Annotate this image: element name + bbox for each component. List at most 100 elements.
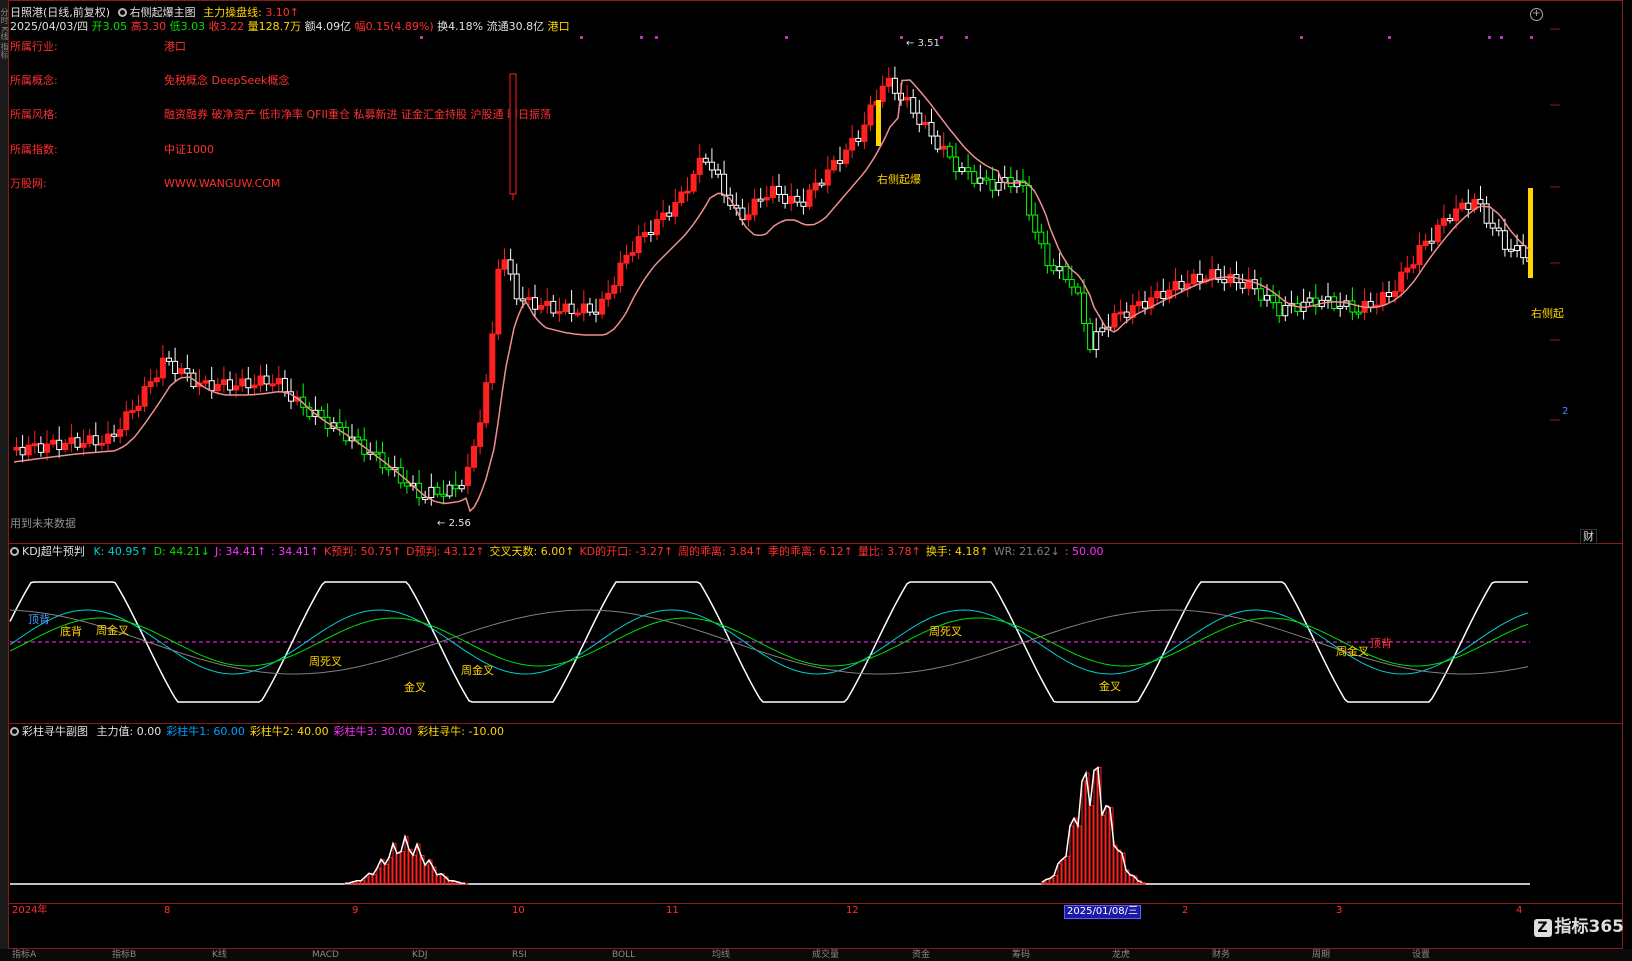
price-grid-dashes <box>420 28 1560 421</box>
bottom-tab-6[interactable]: BOLL <box>612 949 635 961</box>
candle-body-167 <box>1032 214 1039 233</box>
bottom-tab-5[interactable]: RSI <box>512 949 527 961</box>
bottom-tab-bar: 指标A 指标B K线 MACD KDJ RSI BOLL 均线 成交量 资金 筹码 龙虎 财务 周期 设置 <box>0 949 1632 961</box>
kdj-label-6: 周死叉 <box>929 625 962 638</box>
xaxis-label-4: 11 <box>666 905 679 916</box>
candle-body-107 <box>666 212 673 217</box>
kdj-item-8: 周的乖离: 3.84↑ <box>678 545 763 558</box>
kdj-item-2: J: 34.41↑ <box>214 545 267 558</box>
candle-body-37 <box>239 378 246 387</box>
bottom-tab-8[interactable]: 成交量 <box>812 949 839 961</box>
candle-body-2 <box>25 444 32 456</box>
cai-histogram <box>10 766 1530 885</box>
candle-body-86 <box>538 305 545 310</box>
bottom-tab-3[interactable]: MACD <box>312 949 339 961</box>
candle-body-34 <box>220 379 227 385</box>
bottom-tab-12[interactable]: 财务 <box>1212 949 1230 961</box>
candle-body-235 <box>1447 218 1453 222</box>
cai-hump-1-bar-413 <box>412 854 417 885</box>
kdj-item-7: KD的开口: -3.27↑ <box>579 545 674 558</box>
candle-body-246 <box>1514 245 1521 252</box>
finance-button[interactable]: 财 <box>1580 529 1597 544</box>
candle-body-93 <box>580 303 587 314</box>
candle-body-132 <box>818 182 825 186</box>
candle-body-41 <box>263 375 270 385</box>
candle-body-137 <box>849 137 856 151</box>
bottom-tab-0[interactable]: 指标A <box>12 949 36 961</box>
kdj-item-5: D预判: 43.12↑ <box>406 545 485 558</box>
candle-body-144 <box>891 77 898 94</box>
candle-body-73 <box>458 485 465 490</box>
top-marker-2 <box>640 36 643 39</box>
time-axis[interactable]: 2024年 8 9 10 11 12 2025/01/08/三 2 3 4 <box>8 903 1623 919</box>
top-marker-5 <box>900 36 903 39</box>
low-price-mark: ← 2.56 <box>437 518 471 529</box>
candle-body-19 <box>129 410 136 414</box>
cai-settings-icon[interactable] <box>10 727 19 736</box>
kdj-label-5: 周金叉 <box>461 664 494 677</box>
candle-body-236 <box>1453 208 1460 222</box>
cai-item-4: 彩柱寻牛: -10.00 <box>417 725 504 738</box>
bottom-tab-9[interactable]: 资金 <box>912 949 930 961</box>
candle-body-240 <box>1477 198 1484 205</box>
candle-body-105 <box>654 219 660 236</box>
cai-title[interactable]: 彩柱寻牛副图 <box>22 725 88 738</box>
candle-body-208 <box>1282 304 1289 317</box>
candle-body-21 <box>141 386 148 407</box>
xaxis-label-8: 3 <box>1336 905 1343 916</box>
main-candlestick-chart[interactable] <box>0 0 1632 961</box>
bottom-tab-13[interactable]: 周期 <box>1312 949 1330 961</box>
candle-body-143 <box>885 77 892 87</box>
kdj-label-2: 周金叉 <box>96 624 129 637</box>
bottom-tab-2[interactable]: K线 <box>212 949 227 961</box>
candle-body-204 <box>1257 288 1264 301</box>
bottom-tab-1[interactable]: 指标B <box>112 949 136 961</box>
candle-body-172 <box>1062 266 1069 281</box>
candle-body-111 <box>690 173 697 192</box>
candle-body-108 <box>672 202 679 217</box>
bottom-tab-14[interactable]: 设置 <box>1412 949 1430 961</box>
main-op-ma-line <box>13 79 1531 513</box>
cai-item-1: 彩柱牛1: 60.00 <box>166 725 245 738</box>
candle-body-127 <box>788 195 795 204</box>
candle-body-171 <box>1056 266 1063 272</box>
candle-body-219 <box>1349 300 1356 313</box>
candle-body-113 <box>702 157 709 163</box>
candle-body-0 <box>13 446 20 451</box>
kdj-item-1: D: 44.21↓ <box>153 545 210 558</box>
kdj-item-13: : 50.00 <box>1064 545 1104 558</box>
candle-body-238 <box>1465 202 1472 210</box>
candle-body-28 <box>184 368 191 374</box>
candle-body-97 <box>605 292 612 300</box>
candle-body-5 <box>44 443 50 453</box>
candle-body-35 <box>227 379 233 391</box>
kdj-values: K: 40.95↑ D: 44.21↓ J: 34.41↑: 34.41↑ K预判: … <box>88 545 1103 558</box>
candle-body-157 <box>971 171 978 184</box>
kdj-settings-icon[interactable] <box>10 547 19 556</box>
bottom-tab-7[interactable]: 均线 <box>712 949 730 961</box>
candle-body-104 <box>647 232 654 236</box>
cai-values: 主力值: 0.00 彩柱牛1: 60.00 彩柱牛2: 40.00 彩柱牛3: 30.… <box>92 725 504 738</box>
candle-body-10 <box>74 437 81 448</box>
bottom-tab-4[interactable]: KDJ <box>412 949 428 961</box>
candle-body-68 <box>428 486 435 498</box>
candle-body-124 <box>769 185 776 199</box>
candle-body-228 <box>1404 267 1411 273</box>
candle-body-163 <box>1007 177 1014 188</box>
candle-body-114 <box>708 161 715 171</box>
high-price-mark: ← 3.51 <box>906 38 940 49</box>
candle-body-7 <box>56 439 63 451</box>
high-price-value: 3.51 <box>917 38 940 49</box>
candle-body-56 <box>355 436 362 441</box>
kdj-title[interactable]: KDJ超牛预判 <box>22 545 85 558</box>
bottom-tab-11[interactable]: 龙虎 <box>1112 949 1130 961</box>
candle-body-38 <box>245 378 252 389</box>
candle-body-88 <box>550 300 557 314</box>
candle-body-194 <box>1196 273 1203 283</box>
candle-body-160 <box>989 178 996 191</box>
candle-body-201 <box>1239 282 1246 289</box>
candle-body-96 <box>599 298 606 315</box>
candle-body-4 <box>37 443 44 453</box>
candle-body-191 <box>1178 281 1185 290</box>
bottom-tab-10[interactable]: 筹码 <box>1012 949 1030 961</box>
